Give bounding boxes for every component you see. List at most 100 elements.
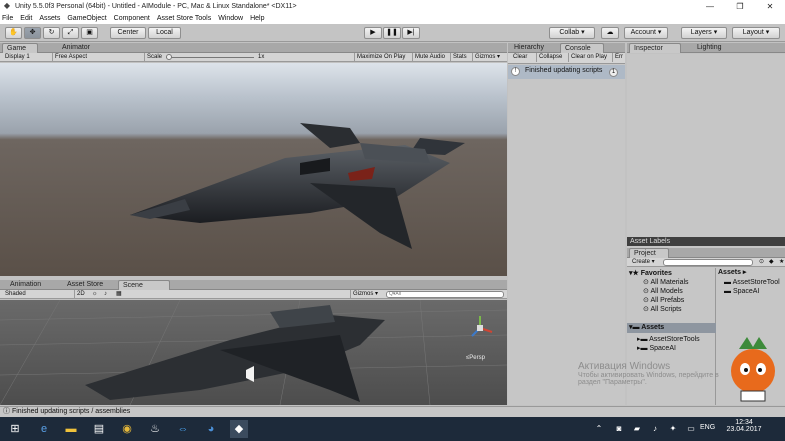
asset-item[interactable]: ▬ AssetStoreTool — [724, 279, 780, 286]
effects-dropdown-icon[interactable]: ▦ — [114, 290, 124, 299]
volume-icon[interactable]: ♪ — [646, 420, 664, 438]
scene-gizmos-dropdown[interactable]: Gizmos ▾ — [350, 290, 380, 299]
lighting-toggle-icon[interactable]: ☼ — [90, 290, 100, 299]
scene-tab-row: Animation Asset Store Scene — [0, 280, 507, 290]
layout-dropdown[interactable]: Layout ▾ — [732, 27, 780, 39]
menu-gameobject[interactable]: GameObject — [67, 15, 106, 22]
minimize-button[interactable]: — — [695, 2, 725, 11]
clear-button[interactable]: Clear — [511, 53, 529, 62]
layers-dropdown[interactable]: Layers ▾ — [681, 27, 727, 39]
chrome-icon[interactable]: ◉ — [118, 420, 136, 438]
cloud-icon[interactable]: ☁ — [601, 27, 619, 39]
rotate-tool-icon[interactable]: ↻ — [43, 27, 60, 39]
tab-animator[interactable]: Animator — [58, 43, 94, 53]
shading-mode-dropdown[interactable]: Shaded — [3, 290, 71, 299]
rect-tool-icon[interactable]: ▣ — [81, 27, 98, 39]
collab-dropdown[interactable]: Collab ▾ — [549, 27, 595, 39]
account-dropdown[interactable]: Account ▾ — [624, 27, 668, 39]
tab-console[interactable]: Console — [560, 43, 604, 53]
create-dropdown[interactable]: Create ▾ — [630, 258, 657, 267]
scale-slider-thumb[interactable] — [166, 54, 172, 60]
asset-item[interactable]: ▬ SpaceAI — [724, 288, 759, 295]
unity-taskbar-icon[interactable]: ◆ — [230, 420, 248, 438]
breadcrumb[interactable]: Assets ▸ — [718, 268, 785, 277]
tab-animation[interactable]: Animation — [6, 280, 45, 290]
wifi-icon[interactable]: ▰ — [628, 420, 646, 438]
message-icon[interactable]: ▭ — [682, 420, 700, 438]
favorite-item[interactable]: ⊙ All Prefabs — [643, 296, 684, 304]
tab-inspector[interactable]: Inspector — [629, 43, 681, 53]
close-button[interactable]: ✕ — [755, 2, 785, 11]
tab-hierarchy[interactable]: Hierarchy — [510, 43, 548, 53]
2d-toggle[interactable]: 2D — [74, 290, 87, 299]
tray-app-icon[interactable]: ◙ — [610, 420, 628, 438]
favorite-item[interactable]: ⊙ All Models — [643, 287, 683, 295]
filter-label-icon[interactable]: ◆ — [767, 258, 776, 267]
app-icon[interactable]: ◕ — [202, 420, 220, 438]
project-search-input[interactable] — [663, 259, 753, 266]
scale-slider[interactable] — [166, 57, 254, 58]
move-tool-icon[interactable]: ✥ — [24, 27, 41, 39]
menu-help[interactable]: Help — [250, 15, 264, 22]
favorite-item[interactable]: ⊙ All Materials — [643, 278, 689, 286]
store-icon[interactable]: ▤ — [90, 420, 108, 438]
game-view[interactable] — [0, 63, 507, 276]
pause-button[interactable]: ❚❚ — [383, 27, 401, 39]
account-label: Account ▾ — [630, 29, 662, 36]
mute-audio-toggle[interactable]: Mute Audio — [412, 53, 447, 62]
aspect-dropdown[interactable]: Free Aspect — [52, 53, 89, 62]
file-explorer-icon[interactable]: ▬ — [62, 420, 80, 438]
scale-tool-icon[interactable]: ⤢ — [62, 27, 79, 39]
maximize-on-play-toggle[interactable]: Maximize On Play — [354, 53, 407, 62]
clear-on-play-toggle[interactable]: Clear on Play — [568, 53, 609, 62]
folder-icon: ▬ — [724, 279, 733, 286]
tree-item[interactable]: ▸▬ AssetStoreTools — [637, 335, 700, 343]
gizmos-dropdown[interactable]: Gizmos ▾ — [472, 53, 502, 62]
star-icon[interactable]: ★ — [777, 258, 785, 267]
clock[interactable]: 12:34 23.04.2017 — [724, 419, 764, 433]
clock-date: 23.04.2017 — [726, 426, 762, 433]
game-view-toolbar: Display 1 Free Aspect Scale 1x Maximize … — [0, 53, 507, 62]
favorite-item[interactable]: ⊙ All Scripts — [643, 305, 682, 313]
tab-scene[interactable]: Scene — [118, 280, 170, 290]
menu-edit[interactable]: Edit — [20, 15, 32, 22]
scene-search-input[interactable]: Q▾All — [386, 291, 504, 298]
tab-project[interactable]: Project — [629, 248, 669, 258]
stats-toggle[interactable]: Stats — [450, 53, 469, 62]
layers-label: Layers ▾ — [690, 29, 718, 36]
start-icon[interactable]: ⊞ — [6, 420, 24, 438]
menu-window[interactable]: Window — [218, 15, 243, 22]
scene-view[interactable]: ≤Persp — [0, 300, 507, 405]
display-dropdown[interactable]: Display 1 — [3, 53, 32, 62]
audio-toggle-icon[interactable]: ♪ — [102, 290, 109, 299]
favorites-header[interactable]: ▾★ Favorites — [629, 269, 672, 277]
tab-asset-store[interactable]: Asset Store — [63, 280, 107, 290]
filter-type-icon[interactable]: ⊙ — [757, 258, 766, 267]
persp-label[interactable]: ≤Persp — [466, 355, 485, 361]
inspector-tab-label: Inspector — [634, 45, 663, 52]
menu-component[interactable]: Component — [114, 15, 150, 22]
menu-assets[interactable]: Assets — [39, 15, 60, 22]
tab-lighting[interactable]: Lighting — [693, 43, 726, 53]
menu-asset-store-tools[interactable]: Asset Store Tools — [157, 15, 211, 22]
error-pause-toggle[interactable]: Err — [612, 53, 625, 62]
dropbox-icon[interactable]: ✦ — [664, 420, 682, 438]
unity-logo-icon: ◆ — [3, 1, 11, 10]
network-tray-icon[interactable]: ⌃ — [590, 420, 608, 438]
maximize-button[interactable]: ❐ — [725, 2, 755, 11]
console-entry[interactable]: ! Finished updating scripts 1 — [508, 65, 625, 79]
assets-root-item[interactable]: ▾▬ Assets — [627, 323, 716, 333]
pivot-center-toggle[interactable]: Center — [110, 27, 146, 39]
tab-game[interactable]: Game — [2, 43, 38, 53]
step-button[interactable]: ▶| — [402, 27, 420, 39]
menu-file[interactable]: File — [2, 15, 13, 22]
hand-tool-icon[interactable]: ✋ — [5, 27, 22, 39]
teamviewer-icon[interactable]: ⇔ — [174, 420, 192, 438]
pivot-local-toggle[interactable]: Local — [148, 27, 181, 39]
edge-icon[interactable]: e — [35, 420, 53, 438]
collapse-toggle[interactable]: Collapse — [536, 53, 564, 62]
tree-item[interactable]: ▸▬ SpaceAI — [637, 344, 676, 352]
steam-icon[interactable]: ♨ — [146, 420, 164, 438]
language-indicator[interactable]: ENG — [700, 424, 715, 431]
play-button[interactable]: ▶ — [364, 27, 382, 39]
